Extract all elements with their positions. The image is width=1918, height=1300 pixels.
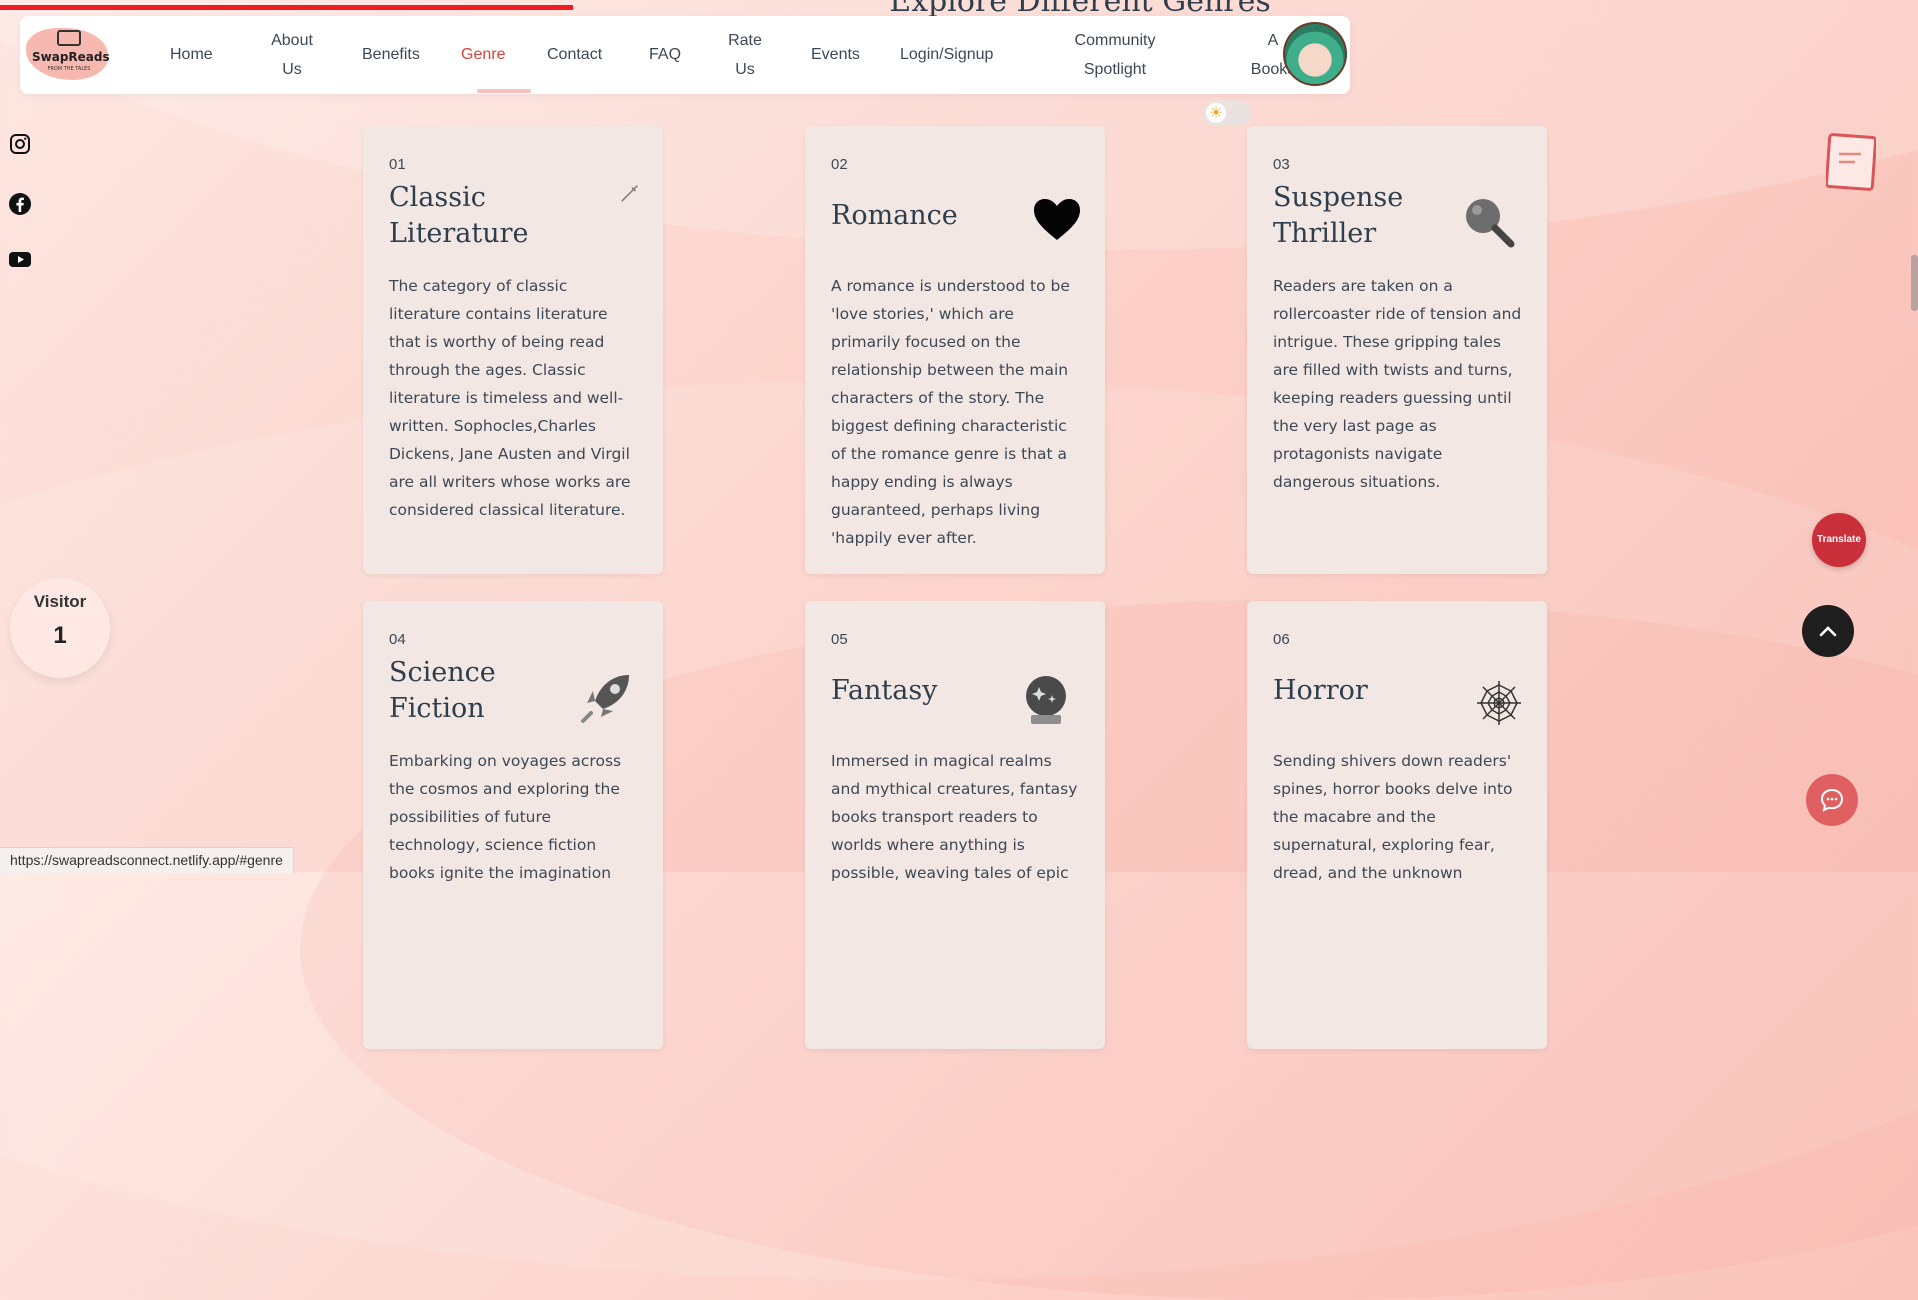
- genre-title: Classic Literature: [389, 182, 529, 249]
- nav-login-signup[interactable]: Login/Signup: [900, 40, 993, 69]
- genre-description: Readers are taken on a rollercoaster rid…: [1273, 277, 1522, 491]
- anime-avatar-icon[interactable]: [1283, 22, 1347, 86]
- genre-number: 04: [389, 631, 406, 648]
- magnifying-glass-icon: [1463, 196, 1515, 248]
- nav-contact[interactable]: Contact: [547, 40, 602, 69]
- genre-card[interactable]: 04 Science Fiction Embarking on voyages …: [363, 601, 663, 1049]
- genre-title: Horror: [1273, 675, 1368, 706]
- nav-benefits[interactable]: Benefits: [362, 40, 420, 69]
- genre-number: 06: [1273, 631, 1290, 648]
- rocket-icon: [579, 671, 633, 725]
- genre-number: 05: [831, 631, 848, 648]
- genre-card[interactable]: 01 Classic Literature The category of cl…: [363, 126, 663, 574]
- nav-active-underline: [477, 89, 531, 93]
- reading-progress-bar: [0, 5, 573, 10]
- chevron-up-icon: [1819, 626, 1837, 637]
- notepad-icon[interactable]: [1824, 132, 1878, 192]
- visitor-count: 1: [53, 622, 67, 649]
- scroll-to-top-button[interactable]: [1802, 605, 1854, 657]
- genre-card[interactable]: 02 Romance A romance is understood to be…: [805, 126, 1105, 574]
- book-icon: [57, 30, 81, 46]
- logo-name: SwapReads: [32, 50, 110, 64]
- nav-about-us[interactable]: About Us: [267, 26, 317, 84]
- logo[interactable]: SwapReads FROM THE TALES: [26, 22, 110, 82]
- scrollbar-thumb[interactable]: [1911, 255, 1918, 311]
- genre-title: Fantasy: [831, 675, 938, 706]
- nav-home[interactable]: Home: [170, 40, 213, 69]
- nav-genre[interactable]: Genre: [461, 40, 505, 69]
- chat-bubble-icon: [1820, 788, 1844, 812]
- instagram-icon[interactable]: [8, 132, 32, 156]
- genre-description: Embarking on voyages across the cosmos a…: [389, 752, 622, 882]
- genre-description: Immersed in magical realms and mythical …: [831, 752, 1078, 882]
- nav-events[interactable]: Events: [811, 40, 860, 69]
- nav-about-line2: Us: [282, 61, 302, 78]
- nav-community-line1: Community: [1074, 32, 1156, 49]
- genre-description: The category of classic literature conta…: [389, 277, 631, 519]
- theme-toggle[interactable]: ☀: [1203, 100, 1251, 126]
- visitor-label: Visitor: [33, 592, 87, 611]
- nav-about-line1: About: [271, 32, 313, 49]
- navbar: SwapReads FROM THE TALES Home About Us B…: [20, 16, 1350, 94]
- logo-tagline: FROM THE TALES: [47, 66, 91, 72]
- nav-community-line2: Spotlight: [1083, 61, 1147, 78]
- genre-title: Science Fiction: [389, 657, 496, 724]
- genre-card[interactable]: 03 Suspense Thriller Readers are taken o…: [1247, 126, 1547, 574]
- genre-description: A romance is understood to be 'love stor…: [831, 277, 1070, 547]
- genre-description: Sending shivers down readers' spines, ho…: [1273, 752, 1513, 882]
- translate-button[interactable]: Translate: [1812, 513, 1866, 567]
- nav-rate-us[interactable]: Rate Us: [724, 26, 766, 84]
- heart-icon: [1033, 198, 1081, 242]
- chat-button[interactable]: [1806, 774, 1858, 826]
- nav-rate-line2: Us: [735, 61, 755, 78]
- genre-card[interactable]: 05 Fantasy Immersed in magical realms an…: [805, 601, 1105, 1049]
- genre-number: 02: [831, 156, 848, 173]
- crystal-ball-icon: [1023, 675, 1069, 725]
- visitor-counter: Visitor 1: [10, 578, 110, 678]
- genre-card[interactable]: 06 Horror Sending shivers down readers' …: [1247, 601, 1547, 1049]
- quill-pen-icon: [619, 182, 641, 204]
- nav-faq[interactable]: FAQ: [649, 40, 681, 69]
- genre-number: 03: [1273, 156, 1290, 173]
- genre-title: Suspense Thriller: [1273, 182, 1404, 249]
- spider-web-icon: [1475, 679, 1523, 727]
- nav-community-spotlight[interactable]: Community Spotlight: [1060, 26, 1170, 84]
- status-url: https://swapreadsconnect.netlify.app/#ge…: [0, 847, 294, 873]
- sun-icon: ☀: [1206, 103, 1226, 123]
- genre-number: 01: [389, 156, 406, 173]
- facebook-icon[interactable]: [8, 192, 32, 216]
- youtube-icon[interactable]: [8, 247, 32, 271]
- genre-title: Romance: [831, 200, 958, 231]
- nav-rate-line1: Rate: [728, 32, 762, 49]
